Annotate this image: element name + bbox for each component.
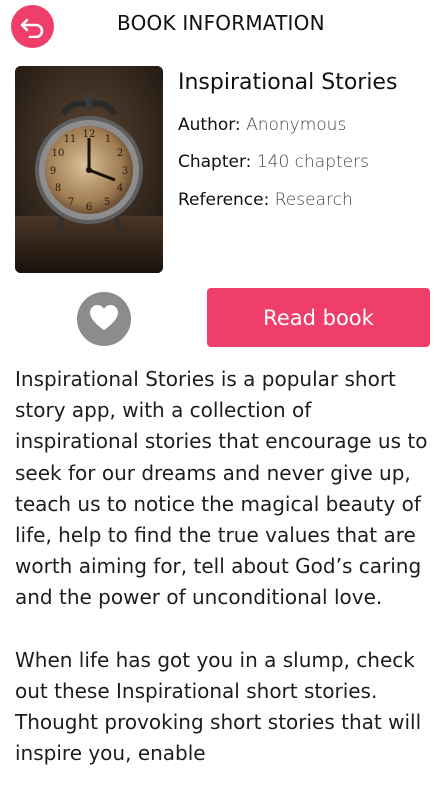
chapter-value: 140 chapters — [256, 152, 369, 172]
heart-icon — [89, 304, 119, 335]
reference-value: Research — [274, 190, 353, 210]
svg-text:11: 11 — [64, 134, 77, 145]
svg-text:7: 7 — [68, 197, 74, 208]
svg-text:6: 6 — [86, 202, 92, 213]
svg-text:8: 8 — [55, 183, 61, 194]
read-book-button[interactable]: Read book — [207, 288, 430, 347]
book-description: Inspirational Stories is a popular short… — [15, 364, 433, 800]
svg-text:10: 10 — [52, 148, 65, 159]
back-arrow-icon — [20, 16, 46, 38]
svg-text:4: 4 — [117, 183, 123, 194]
book-title: Inspirational Stories — [178, 70, 398, 95]
page-title: BOOK INFORMATION — [117, 11, 325, 35]
back-button[interactable] — [11, 5, 54, 48]
book-cover-image: 12 3 6 9 1 2 4 5 7 8 10 11 — [15, 66, 163, 273]
author-row: Author: Anonymous — [178, 115, 346, 135]
chapter-label: Chapter: — [178, 152, 252, 172]
svg-text:2: 2 — [117, 148, 123, 159]
author-label: Author: — [178, 115, 241, 135]
svg-text:5: 5 — [104, 197, 110, 208]
author-value: Anonymous — [246, 115, 347, 135]
svg-text:9: 9 — [50, 166, 56, 177]
favorite-button[interactable] — [77, 292, 131, 346]
svg-text:1: 1 — [105, 134, 111, 145]
description-paragraph: When life has got you in a slump, check … — [15, 647, 422, 766]
svg-text:3: 3 — [122, 166, 128, 177]
app-header: BOOK INFORMATION — [0, 0, 445, 48]
description-paragraph: Inspirational Stories is a popular short… — [15, 367, 428, 610]
chapter-row: Chapter: 140 chapters — [178, 152, 369, 172]
reference-row: Reference: Research — [178, 190, 353, 210]
reference-label: Reference: — [178, 190, 270, 210]
